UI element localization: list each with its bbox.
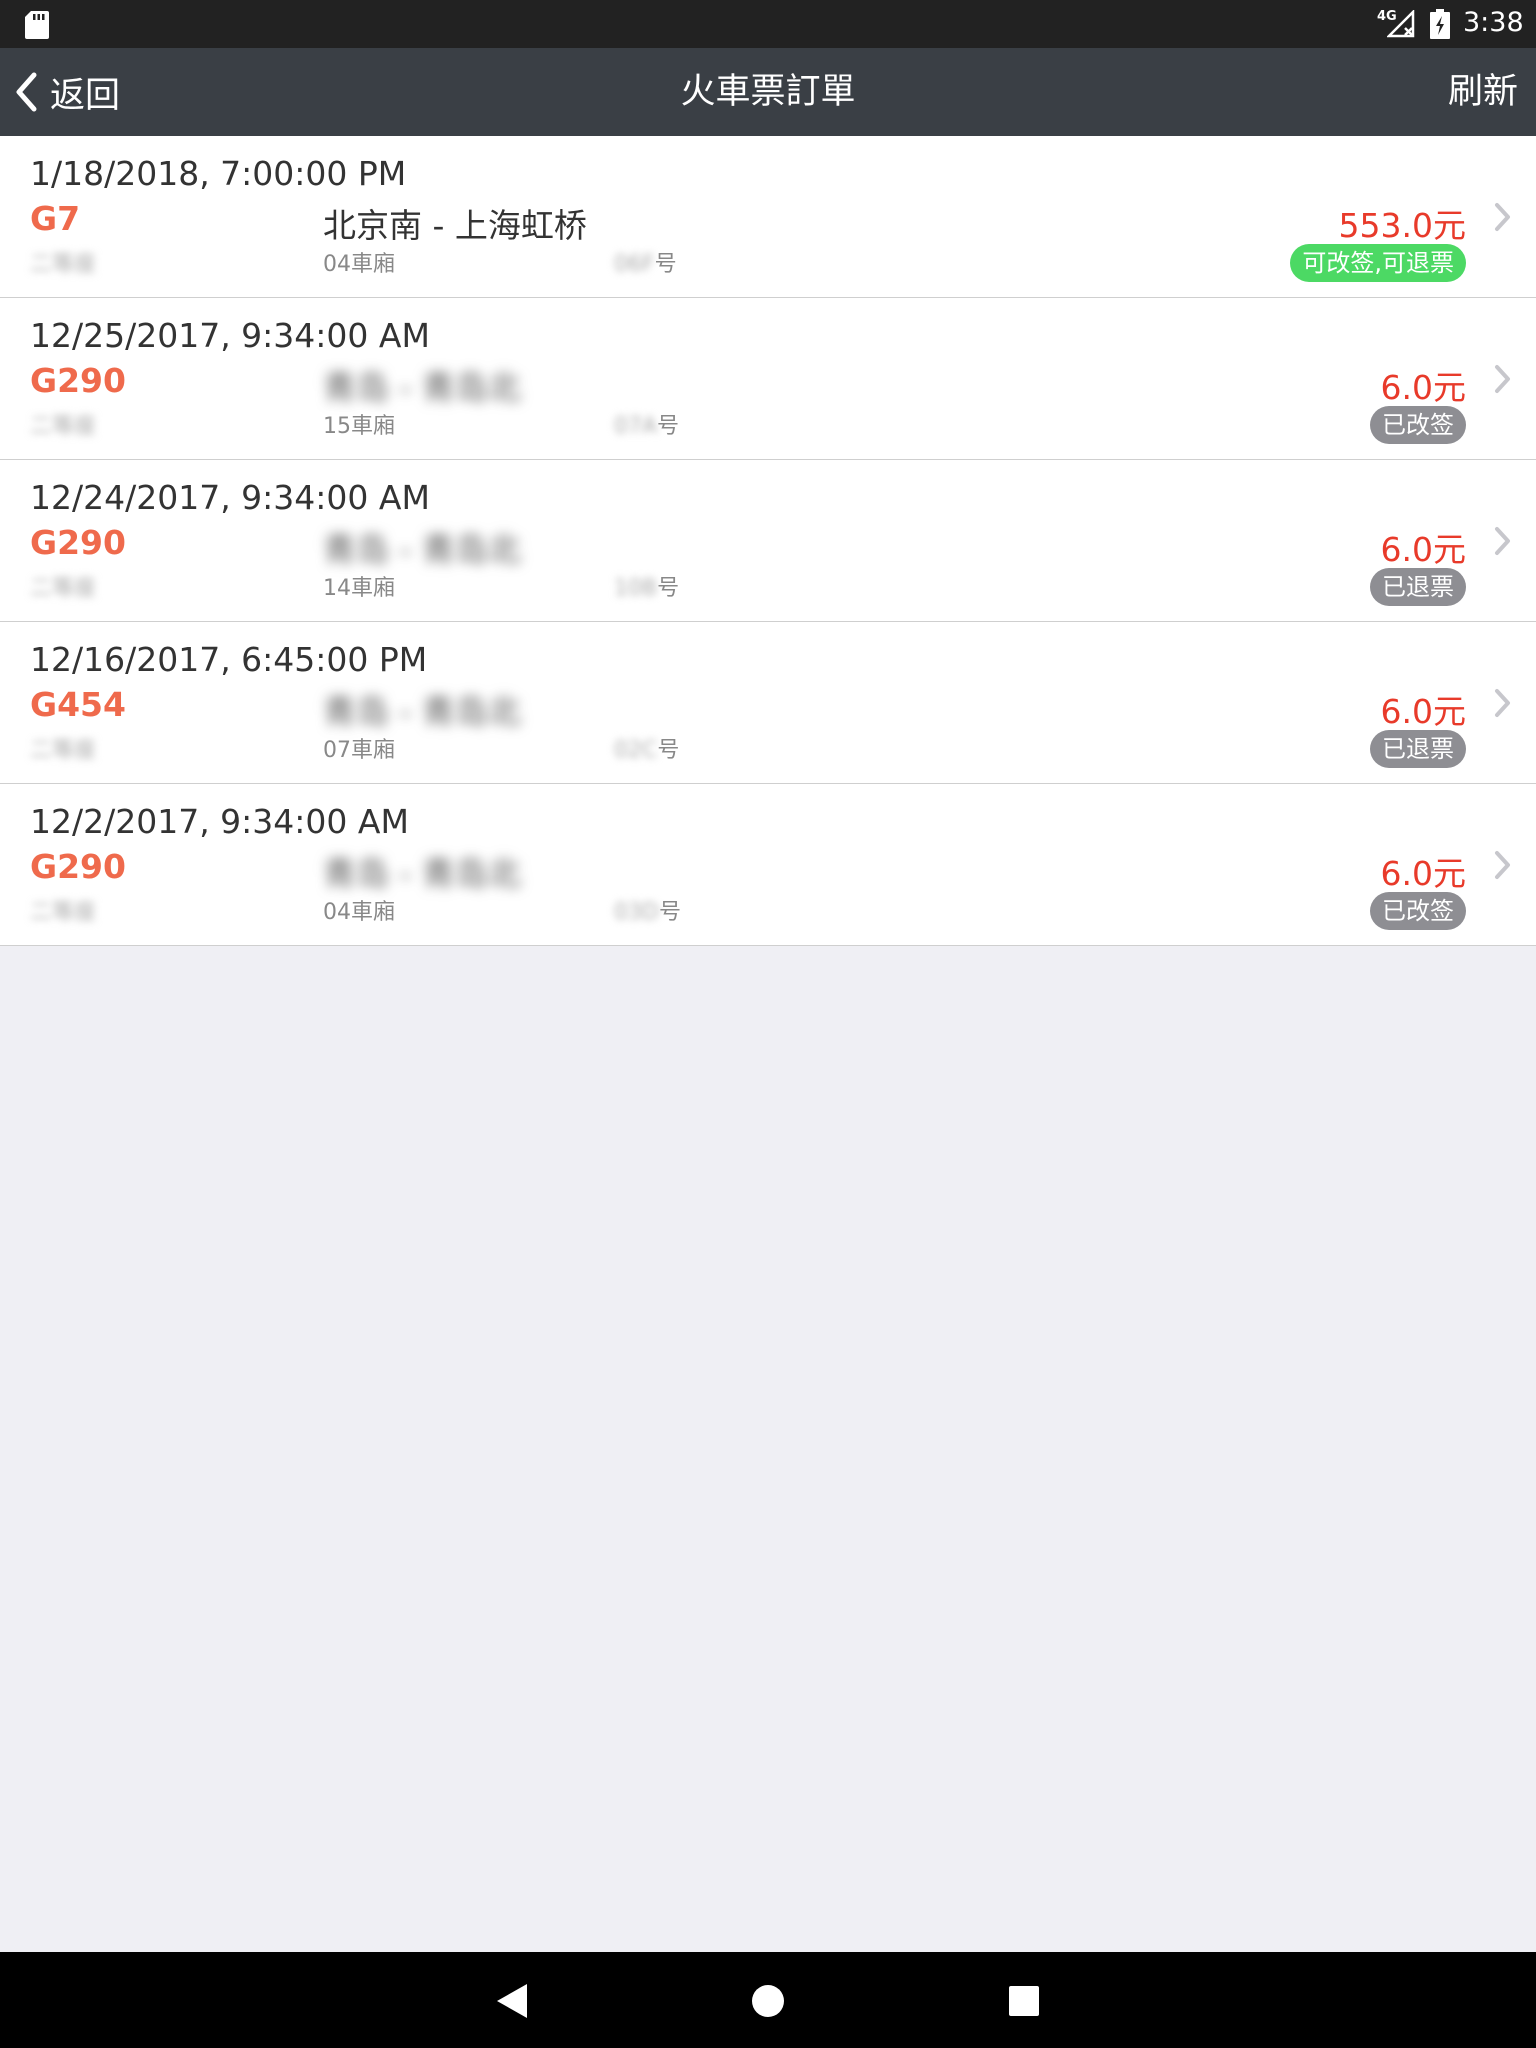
car-number: 04車廂 xyxy=(323,252,395,277)
seat-suffix: 号 xyxy=(657,576,680,601)
seat-number-value: 02C xyxy=(614,738,658,763)
order-row[interactable]: 12/16/2017, 6:45:00 PM G454 二等座 青岛 - 青岛北… xyxy=(0,622,1536,784)
seat-suffix: 号 xyxy=(657,738,680,763)
order-date: 12/25/2017, 9:34:00 AM xyxy=(30,316,430,355)
screen: 4G 3:38 返回 火車票訂單 刷新 1/18/2018, 7:00:00 P… xyxy=(0,0,1536,2048)
seat-number-value: 06F xyxy=(614,252,655,277)
order-date: 1/18/2018, 7:00:00 PM xyxy=(30,154,407,193)
refresh-button[interactable]: 刷新 xyxy=(1448,48,1518,136)
train-number: G290 xyxy=(30,361,126,400)
price: 553.0元 xyxy=(1338,206,1466,245)
car-number: 15車廂 xyxy=(323,414,395,439)
car-number: 04車廂 xyxy=(323,900,395,925)
status-badge: 已改签 xyxy=(1370,406,1466,444)
order-date: 12/2/2017, 9:34:00 AM xyxy=(30,802,409,841)
seat-type: 二等座 xyxy=(30,900,97,925)
train-number: G454 xyxy=(30,685,126,724)
chevron-right-icon xyxy=(1495,365,1510,393)
status-badge: 已退票 xyxy=(1370,730,1466,768)
order-date: 12/24/2017, 9:34:00 AM xyxy=(30,478,430,517)
chevron-right-icon xyxy=(1495,203,1510,231)
price: 6.0元 xyxy=(1380,368,1466,407)
chevron-right-icon xyxy=(1495,689,1510,717)
seat-number: 07A号 xyxy=(614,408,679,440)
seat-number: 10B号 xyxy=(614,570,679,602)
order-row[interactable]: 12/24/2017, 9:34:00 AM G290 二等座 青岛 - 青岛北… xyxy=(0,460,1536,622)
seat-suffix: 号 xyxy=(658,900,681,925)
order-row[interactable]: 12/2/2017, 9:34:00 AM G290 二等座 青岛 - 青岛北 … xyxy=(0,784,1536,946)
car-number: 14車廂 xyxy=(323,576,395,601)
seat-number-value: 03D xyxy=(614,900,659,925)
recent-apps-square-icon[interactable] xyxy=(1009,1986,1039,2016)
orders-list: 1/18/2018, 7:00:00 PM G7 二等座 北京南 - 上海虹桥 … xyxy=(0,136,1536,946)
route: 青岛 - 青岛北 xyxy=(323,368,521,407)
status-badge: 可改签,可退票 xyxy=(1290,244,1466,282)
order-date: 12/16/2017, 6:45:00 PM xyxy=(30,640,428,679)
battery-icon xyxy=(1430,9,1450,39)
seat-type: 二等座 xyxy=(30,252,97,277)
system-nav-bar xyxy=(0,1952,1536,2048)
seat-number: 03D号 xyxy=(614,894,681,926)
seat-suffix: 号 xyxy=(657,414,680,439)
back-triangle-icon[interactable] xyxy=(497,1984,527,2018)
seat-type: 二等座 xyxy=(30,738,97,763)
price: 6.0元 xyxy=(1380,854,1466,893)
car-number: 07車廂 xyxy=(323,738,395,763)
nav-bar: 返回 火車票訂單 刷新 xyxy=(0,48,1536,136)
seat-suffix: 号 xyxy=(654,252,677,277)
train-number: G7 xyxy=(30,199,81,238)
seat-type: 二等座 xyxy=(30,576,97,601)
route: 青岛 - 青岛北 xyxy=(323,854,521,893)
chevron-right-icon xyxy=(1495,527,1510,555)
status-badge: 已改签 xyxy=(1370,892,1466,930)
seat-type: 二等座 xyxy=(30,414,97,439)
order-row[interactable]: 12/25/2017, 9:34:00 AM G290 二等座 青岛 - 青岛北… xyxy=(0,298,1536,460)
signal-icon xyxy=(1387,10,1415,38)
seat-number-value: 10B xyxy=(614,576,658,601)
price: 6.0元 xyxy=(1380,692,1466,731)
seat-number: 02C号 xyxy=(614,732,679,764)
status-bar: 4G 3:38 xyxy=(0,0,1536,48)
train-number: G290 xyxy=(30,847,126,886)
chevron-right-icon xyxy=(1495,851,1510,879)
status-badge: 已退票 xyxy=(1370,568,1466,606)
clock: 3:38 xyxy=(1463,7,1524,38)
route: 北京南 - 上海虹桥 xyxy=(323,206,587,245)
sd-card-icon xyxy=(25,11,49,39)
home-circle-icon[interactable] xyxy=(752,1985,784,2017)
route: 青岛 - 青岛北 xyxy=(323,530,521,569)
route: 青岛 - 青岛北 xyxy=(323,692,521,731)
train-number: G290 xyxy=(30,523,126,562)
seat-number: 06F号 xyxy=(614,246,677,278)
seat-number-value: 07A xyxy=(614,414,658,439)
page-title: 火車票訂單 xyxy=(680,72,856,112)
price: 6.0元 xyxy=(1380,530,1466,569)
order-row[interactable]: 1/18/2018, 7:00:00 PM G7 二等座 北京南 - 上海虹桥 … xyxy=(0,136,1536,298)
